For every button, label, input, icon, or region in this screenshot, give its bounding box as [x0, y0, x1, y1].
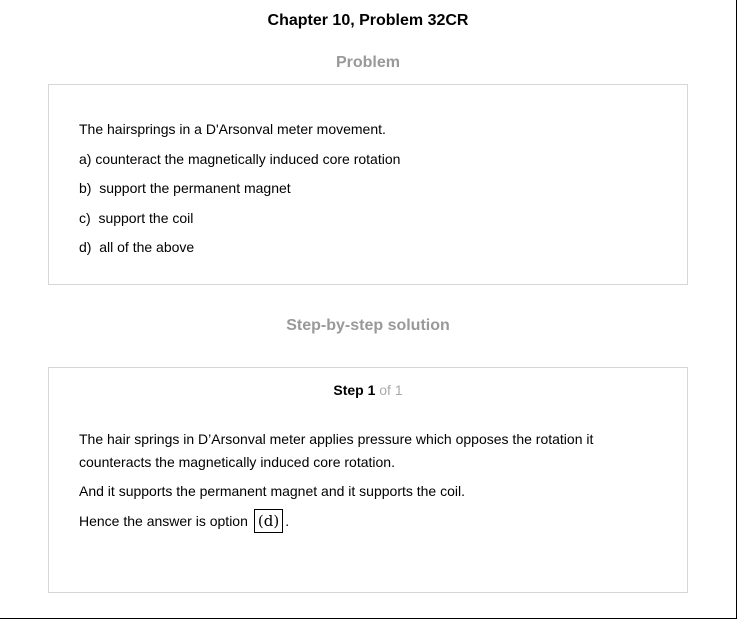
problem-heading: Problem [335, 54, 400, 71]
solution-paragraph-1: The hair springs in D’Arsonval meter app… [79, 431, 594, 470]
answer-prefix: Hence the answer is option [79, 512, 248, 529]
problem-text: The hairsprings in a D'Arsonval meter mo… [79, 115, 400, 263]
step-count: of 1 [379, 382, 403, 398]
step-header: Step 1 of 1 [49, 382, 687, 398]
solution-card: Step 1 of 1 The hair springs in D’Arsonv… [48, 367, 688, 593]
step-label: Step 1 [333, 382, 376, 398]
problem-question: The hairsprings in a D'Arsonval meter mo… [79, 121, 386, 137]
problem-option-b: b) support the permanent magnet [79, 180, 291, 196]
solution-text: The hair springs in D’Arsonval meter app… [79, 428, 639, 533]
problem-card: The hairsprings in a D'Arsonval meter mo… [48, 84, 688, 285]
problem-option-c: c) support the coil [79, 209, 194, 226]
chapter-title: Chapter 10, Problem 32CR [267, 12, 469, 29]
boxed-answer: (d) [253, 509, 284, 533]
solution-paragraph-2: And it supports the permanent magnet and… [79, 483, 466, 499]
solution-heading: Step-by-step solution [286, 317, 450, 334]
answer-suffix: . [285, 512, 290, 529]
answer-line: Hence the answer is option (d) . [79, 509, 639, 533]
problem-option-a: a) counteract the magnetically induced c… [79, 150, 401, 167]
problem-option-d: d) all of the above [79, 239, 195, 255]
page-frame: Chapter 10, Problem 32CR Problem The hai… [0, 0, 737, 619]
